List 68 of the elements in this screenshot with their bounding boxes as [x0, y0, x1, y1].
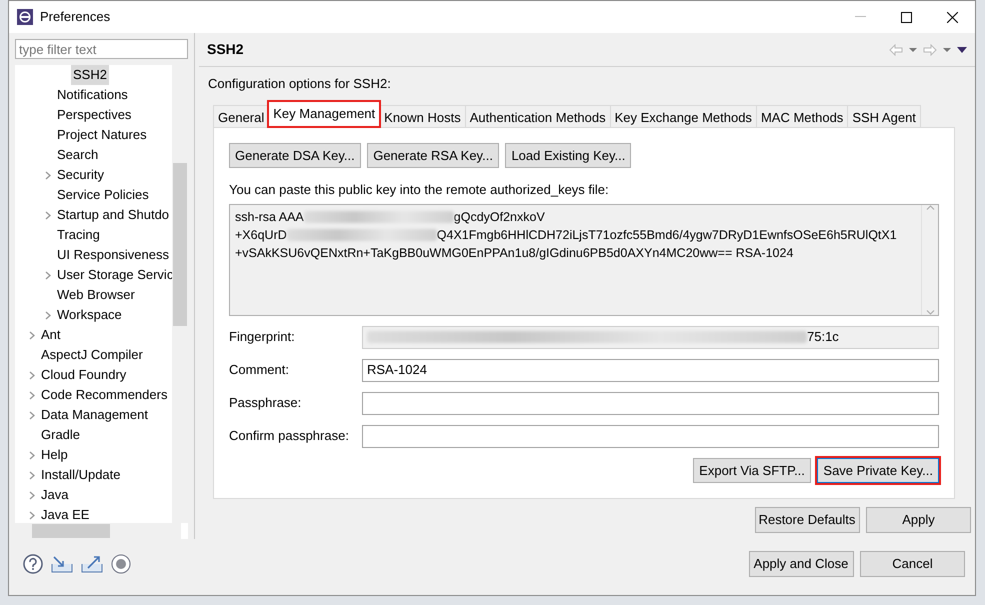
key-button[interactable]: Generate DSA Key... [229, 142, 361, 168]
key-line: ssh-rsa AAA gQcdyOf2nxkoV [235, 208, 546, 226]
key-button[interactable]: Load Existing Key... [505, 142, 632, 168]
tree-item[interactable]: Project Natures [55, 125, 149, 145]
text-field[interactable] [362, 392, 939, 414]
tree-item[interactable]: Install/Update [39, 465, 122, 485]
key-button[interactable]: Generate RSA Key... [367, 142, 499, 168]
help-icon[interactable] [23, 554, 43, 574]
scroll-up-icon[interactable] [926, 204, 934, 210]
tree-item[interactable]: Data Management [39, 405, 150, 425]
record-icon[interactable] [111, 554, 131, 574]
tree-item[interactable]: Ant [39, 325, 63, 345]
text-field: 75:1c [362, 326, 939, 348]
export-icon[interactable] [81, 554, 103, 574]
tree-item[interactable]: SSH2 [71, 65, 109, 85]
scroll-down-icon[interactable] [926, 310, 934, 314]
back-icon[interactable] [889, 44, 903, 56]
action-button[interactable]: Save Private Key... [817, 458, 939, 483]
tab[interactable]: SSH Agent [847, 104, 921, 126]
tree-item[interactable]: Cloud Foundry [39, 365, 128, 385]
tree-item[interactable]: UI Responsiveness [55, 245, 171, 265]
window-title: Preferences [40, 8, 110, 26]
import-icon[interactable] [51, 554, 73, 574]
dropdown-icon[interactable] [909, 48, 917, 52]
field-label: Passphrase: [229, 394, 302, 412]
text-field[interactable]: RSA-1024 [362, 358, 939, 382]
dropdown-icon[interactable] [943, 48, 951, 52]
dialog-button[interactable]: Cancel [860, 551, 965, 577]
filter-field[interactable]: type filter text [15, 39, 188, 59]
tree-item[interactable]: User Storage Servic [55, 265, 176, 285]
tab[interactable]: Key Exchange Methods [610, 104, 757, 126]
page-title: SSH2 [207, 40, 244, 59]
minimize-icon[interactable] [854, 16, 866, 18]
tree-item[interactable]: Java EE [39, 505, 92, 525]
app-icon [17, 9, 33, 25]
tree-item[interactable]: Search [55, 145, 100, 165]
action-button[interactable]: Export Via SFTP... [693, 458, 811, 483]
tree-item[interactable]: Workspace [55, 305, 124, 325]
tree-item[interactable]: Web Browser [55, 285, 137, 305]
description-text: Configuration options for SSH2: [207, 75, 392, 93]
tree-item[interactable]: Service Policies [55, 185, 151, 205]
text-field[interactable] [362, 424, 939, 448]
public-key-area[interactable]: ssh-rsa AAA gQcdyOf2nxkoV +X6qUrD Q4X1Fmgb6HHlCDH72iLjsT71ozfc55Bmd6/4ygw7DRyD1EwnfsOSeE6h5RUlQtX1 +vSAkKSU6vQENxtRn+TaKgBB0uWMG0EnPPAn1u8/gIGdinu6PB5d0AXYn4MC20ww== RSA-1024 [229, 204, 939, 316]
tab[interactable]: Key Management [268, 100, 380, 126]
tree-item[interactable]: Security [55, 165, 106, 185]
dialog-button[interactable]: Apply and Close [748, 551, 854, 577]
field-label: Confirm passphrase: [229, 427, 350, 446]
tree-item[interactable]: Notifications [55, 85, 130, 105]
tree-item[interactable]: Tracing [55, 225, 102, 245]
tree-item[interactable]: Java [39, 485, 70, 505]
field-label: Comment: [229, 361, 290, 380]
tree-item[interactable]: Perspectives [55, 105, 134, 125]
close-icon[interactable] [946, 12, 958, 22]
page-button[interactable]: Apply [866, 506, 971, 532]
page-button[interactable]: Restore Defaults [754, 506, 860, 532]
tree-item[interactable]: Code Recommenders [39, 385, 170, 405]
tree-item[interactable]: Help [39, 445, 70, 465]
key-line: +vSAkKSU6vQENxtRn+TaKgBB0uWMG0EnPPAn1u8/gIGdinu6PB5d0AXYn4MC20ww== RSA-1024 [235, 244, 794, 262]
maximize-icon[interactable] [900, 12, 912, 22]
menu-icon[interactable] [957, 46, 967, 52]
paste-hint-text: You can paste this public key into the remote authorized_keys file: [229, 181, 610, 199]
forward-icon[interactable] [923, 44, 937, 56]
field-label: Fingerprint: [229, 328, 296, 346]
tab[interactable]: General [213, 104, 270, 126]
tree-item[interactable]: Gradle [39, 425, 82, 445]
tree-item[interactable]: AspectJ Compiler [39, 345, 145, 365]
tree-item[interactable]: Startup and Shutdo [55, 205, 172, 225]
key-line: +X6qUrD Q4X1Fmgb6HHlCDH72iLjsT71ozfc55Bmd6/4ygw7DRyD1EwnfsOSeE6h5RUlQtX1 [235, 226, 898, 244]
